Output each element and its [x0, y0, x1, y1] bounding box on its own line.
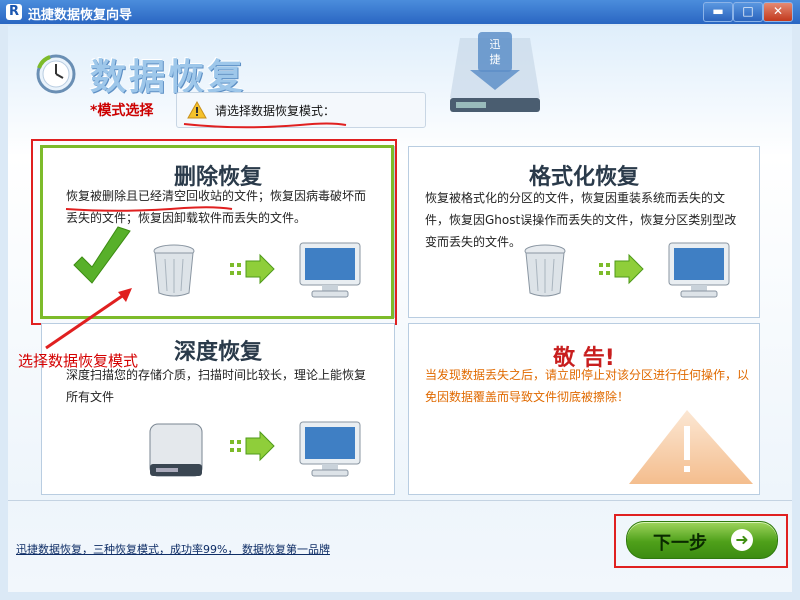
footer-link[interactable]: 迅捷数据恢复，三种恢复模式，成功率99%， 数据恢复第一品牌 [16, 541, 330, 557]
title-bar[interactable]: R 迅捷数据恢复向导 ▬ □ ✕ [0, 0, 800, 24]
drive-label-2: 捷 [490, 52, 501, 66]
hard-drive-icon: 迅 捷 [450, 32, 540, 112]
hard-disk-icon [149, 423, 203, 477]
warning-icon [187, 101, 207, 119]
window-title: 迅捷数据恢复向导 [28, 8, 133, 23]
next-button[interactable]: 下一步 ➜ [626, 521, 778, 559]
maximize-button[interactable]: □ [733, 2, 763, 22]
monitor-icon [299, 421, 361, 477]
mode-select-label: *模式选择 [90, 103, 154, 119]
close-button[interactable]: ✕ [763, 2, 793, 22]
annotation-text: 选择数据恢复模式 [18, 352, 139, 370]
minimize-button[interactable]: ▬ [703, 2, 733, 22]
drive-label-1: 迅 [490, 38, 501, 51]
monitor-icon [668, 242, 730, 298]
warning-card: 敬 告! 当发现数据丢失之后，请立即停止对该分区进行任何操作，以免因数据覆盖而导… [408, 323, 760, 495]
next-button-label: 下一步 [653, 533, 707, 554]
annotation-arrow [45, 288, 132, 350]
app-icon: R [6, 4, 22, 20]
annotation-underline [183, 122, 347, 129]
clock-icon [36, 54, 76, 94]
arrow-right-circle-icon: ➜ [731, 529, 753, 551]
main-window: R 迅捷数据恢复向导 ▬ □ ✕ 数据恢复 迅 捷 *模式选择 请选择数据恢复模… [0, 0, 800, 600]
hint-text: 请选择数据恢复模式： [215, 104, 336, 118]
footer-divider [8, 500, 792, 501]
arrow-right-icon [230, 430, 275, 462]
warning-text: 当发现数据丢失之后，请立即停止对该分区进行任何操作，以免因数据覆盖而导致文件彻底… [425, 368, 750, 404]
warning-sign-icon [629, 410, 753, 484]
recycle-bin-icon [524, 244, 566, 297]
mode-card-format[interactable]: 格式化恢复 恢复被格式化的分区的文件，恢复因重装系统而丢失的文件，恢复因Ghos… [408, 146, 760, 318]
arrow-right-icon [599, 253, 644, 285]
